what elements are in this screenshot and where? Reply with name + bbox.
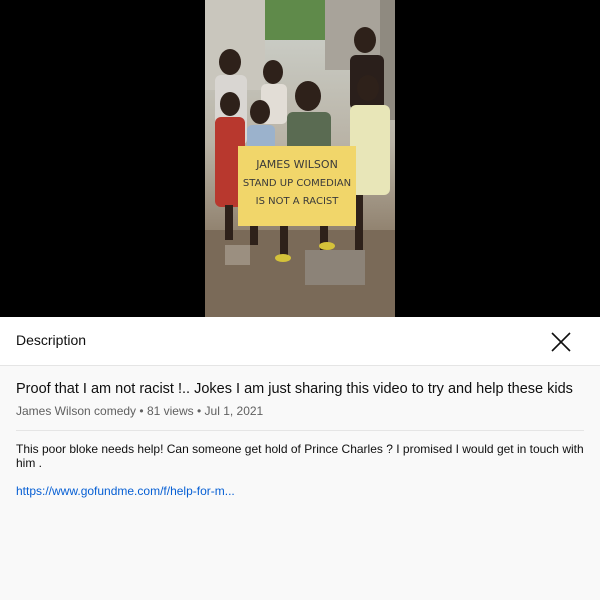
video-scene: JAMES WILSON STAND UP COMEDIAN IS NOT A … xyxy=(205,0,395,317)
upload-date: Jul 1, 2021 xyxy=(204,404,264,418)
video-frame: JAMES WILSON STAND UP COMEDIAN IS NOT A … xyxy=(205,0,395,317)
description-link[interactable]: https://www.gofundme.com/f/help-for-m... xyxy=(16,484,235,498)
panel-header: Description xyxy=(0,317,600,366)
sign-line-2: STAND UP COMEDIAN xyxy=(243,178,351,189)
description-content: Proof that I am not racist !.. Jokes I a… xyxy=(0,366,600,500)
sign-line-3: IS NOT A RACIST xyxy=(256,196,340,207)
video-meta: James Wilson comedy • 81 views • Jul 1, … xyxy=(16,404,584,418)
description-panel: Description Proof that I am not racist !… xyxy=(0,317,600,600)
video-title: Proof that I am not racist !.. Jokes I a… xyxy=(16,381,573,397)
panel-title: Description xyxy=(16,332,87,348)
channel-name[interactable]: James Wilson comedy xyxy=(16,404,136,418)
view-count: 81 views xyxy=(146,404,194,418)
close-button[interactable] xyxy=(550,331,572,353)
meta-separator: • xyxy=(139,404,144,418)
sign-line-1: JAMES WILSON xyxy=(255,158,338,171)
divider xyxy=(16,430,584,431)
video-player[interactable]: JAMES WILSON STAND UP COMEDIAN IS NOT A … xyxy=(0,0,600,317)
description-text: This poor bloke needs help! Can someone … xyxy=(16,442,584,470)
meta-separator: • xyxy=(196,404,202,418)
close-icon xyxy=(551,332,571,352)
